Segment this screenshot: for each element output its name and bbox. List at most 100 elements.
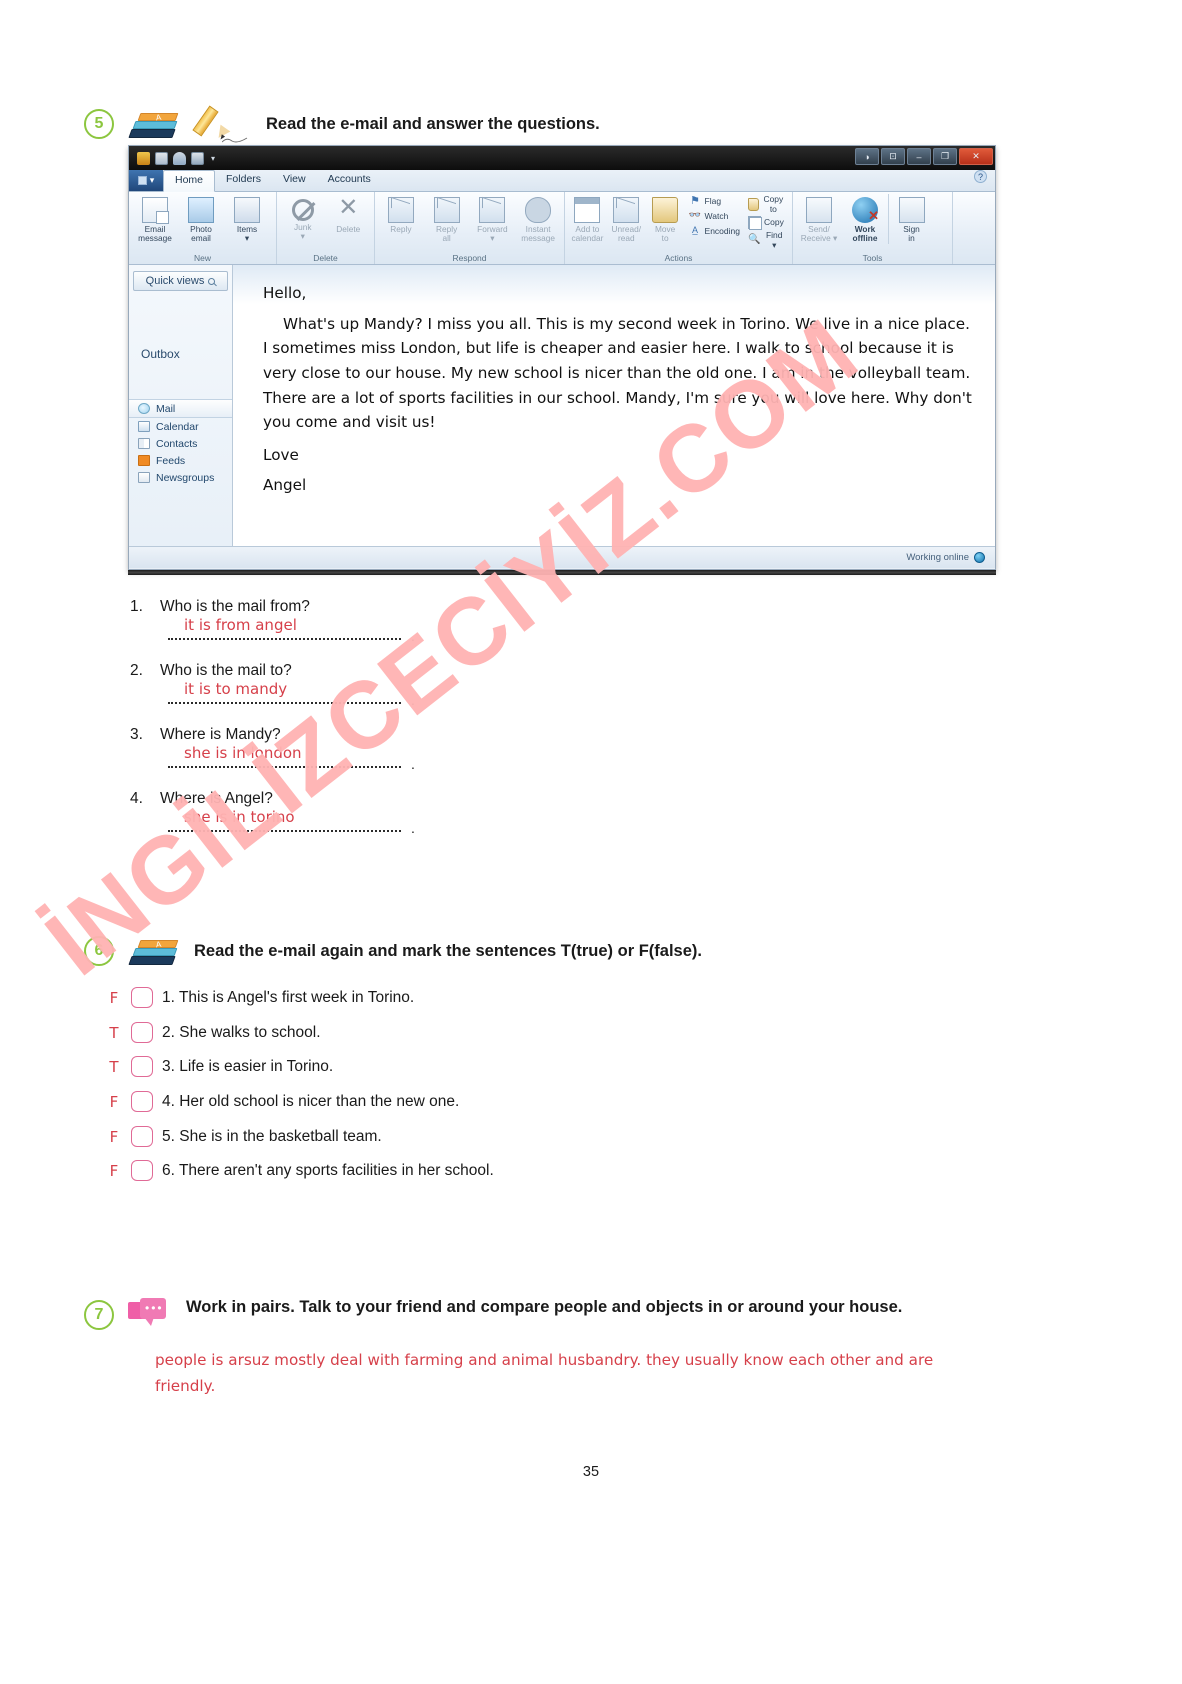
new-mail-icon[interactable] bbox=[155, 151, 168, 165]
send-receive-button[interactable]: Send/ Receive ▾ bbox=[796, 194, 842, 244]
exercise-5-number: 5 bbox=[84, 109, 114, 139]
sign-in-button[interactable]: Sign in bbox=[888, 194, 934, 244]
email-message-label-2: message bbox=[138, 233, 172, 244]
quick-access-toolbar[interactable]: ▾ bbox=[133, 151, 215, 165]
exercise-5-questions: 1. Who is the mail from? it is from ange… bbox=[130, 598, 415, 842]
work-offline-button[interactable]: ✕ Work offline bbox=[842, 194, 888, 244]
question-4-number: 4. bbox=[130, 790, 143, 807]
unread-read-button[interactable]: Unread/ read bbox=[607, 194, 646, 244]
tf-item-5: F 5. She is in the basketball team. bbox=[106, 1126, 382, 1147]
reply-all-label-2: all bbox=[442, 233, 451, 244]
mail-sidebar: Quick views Outbox Mail Calendar Contact… bbox=[129, 265, 233, 546]
help-window-icon[interactable]: ⊡ bbox=[881, 148, 905, 165]
sidebar-item-newsgroups[interactable]: Newsgroups bbox=[129, 469, 232, 486]
add-to-calendar-button[interactable]: Add to calendar bbox=[568, 194, 607, 244]
delete-button[interactable]: ✕ Delete bbox=[326, 194, 372, 234]
tf-item-6: F 6. There aren't any sports facilities … bbox=[106, 1160, 494, 1181]
outbox-item[interactable]: Outbox bbox=[129, 347, 232, 361]
email-message-icon bbox=[142, 197, 169, 224]
newsgroups-icon bbox=[138, 472, 150, 483]
tab-accounts[interactable]: Accounts bbox=[317, 170, 382, 191]
ribbon-group-delete: Junk ▾ ✕ Delete Delete bbox=[277, 192, 375, 264]
encoding-button[interactable]: A̲ Encoding bbox=[685, 224, 744, 239]
close-icon[interactable]: ✕ bbox=[959, 148, 993, 165]
ribbon-group-tools: Send/ Receive ▾ ✕ Work offline Sign in T… bbox=[793, 192, 953, 264]
unread-read-label-2: read bbox=[617, 233, 635, 244]
ribbon-group-new-label: New bbox=[193, 253, 211, 263]
email-message-button[interactable]: Email message bbox=[132, 194, 178, 244]
answer-line-1[interactable]: it is from angel . bbox=[168, 616, 415, 650]
sidebar-item-mail[interactable]: Mail bbox=[129, 399, 232, 418]
file-menu-button[interactable]: ▾ bbox=[129, 170, 163, 191]
question-1-number: 1. bbox=[130, 598, 143, 615]
forward-button[interactable]: Forward ▾ bbox=[470, 194, 516, 244]
question-3-number: 3. bbox=[130, 726, 143, 743]
maximize-icon[interactable]: ❐ bbox=[933, 148, 957, 165]
chevron-down-icon[interactable]: ▾ bbox=[211, 154, 215, 163]
tab-home[interactable]: Home bbox=[163, 170, 216, 192]
answer-line-2[interactable]: it is to mandy . bbox=[168, 680, 415, 714]
answer-line-4[interactable]: she is in torino . bbox=[168, 808, 415, 842]
restore-down-icon[interactable]: ◑ bbox=[855, 148, 879, 165]
minimize-icon[interactable]: – bbox=[907, 148, 931, 165]
window-controls[interactable]: ◑ ⊡ – ❐ ✕ bbox=[855, 148, 993, 165]
ribbon-group-actions: Add to calendar Unread/ read Move to ⚑ F… bbox=[565, 192, 793, 264]
tf-checkbox-6[interactable] bbox=[131, 1160, 153, 1181]
tf-item-2: T 2. She walks to school. bbox=[106, 1022, 321, 1043]
calendar-icon bbox=[138, 421, 150, 432]
ribbon-tab-strip[interactable]: ▾ Home Folders View Accounts ? bbox=[129, 170, 995, 192]
copy-button[interactable]: Copy bbox=[744, 215, 789, 231]
answer-1-handwritten: it is from angel bbox=[184, 616, 297, 634]
answer-2-period: . bbox=[411, 692, 415, 708]
print-icon[interactable] bbox=[191, 151, 204, 165]
junk-button[interactable]: Junk ▾ bbox=[280, 194, 326, 242]
ribbon-group-tools-label: Tools bbox=[862, 253, 883, 263]
sidebar-item-calendar[interactable]: Calendar bbox=[129, 418, 232, 435]
find-button[interactable]: 🔍 Find ▾ bbox=[744, 230, 789, 251]
sidebar-item-contacts[interactable]: Contacts bbox=[129, 435, 232, 452]
mail-body: Quick views Outbox Mail Calendar Contact… bbox=[129, 265, 995, 546]
answer-line-3[interactable]: she is in london . bbox=[168, 744, 415, 778]
send-receive-icon[interactable] bbox=[173, 151, 186, 165]
flag-button[interactable]: ⚑ Flag bbox=[685, 194, 744, 209]
instant-message-button[interactable]: Instant message bbox=[515, 194, 561, 244]
exercise-6-title: Read the e-mail again and mark the sente… bbox=[194, 941, 702, 960]
instant-message-label-2: message bbox=[521, 233, 555, 244]
question-3-text: Where is Mandy? bbox=[160, 726, 281, 743]
tf-checkbox-2[interactable] bbox=[131, 1022, 153, 1043]
sign-in-icon bbox=[898, 197, 925, 223]
move-to-button[interactable]: Move to bbox=[646, 194, 685, 244]
mail-client-window: ▾ ◑ ⊡ – ❐ ✕ ▾ Home Folders View Accounts… bbox=[128, 145, 996, 570]
reply-button[interactable]: Reply bbox=[378, 194, 424, 234]
tf-item-4: F 4. Her old school is nicer than the ne… bbox=[106, 1091, 459, 1112]
tf-checkbox-1[interactable] bbox=[131, 987, 153, 1008]
answer-1-dotted-line bbox=[168, 638, 401, 640]
move-to-label-2: to bbox=[661, 233, 669, 244]
items-button[interactable]: Items ▾ bbox=[224, 194, 270, 244]
quick-views-button[interactable]: Quick views bbox=[133, 271, 228, 291]
question-item-1: 1. Who is the mail from? it is from ange… bbox=[130, 598, 415, 650]
sidebar-item-contacts-label: Contacts bbox=[156, 437, 198, 450]
reply-all-button[interactable]: Reply all bbox=[424, 194, 470, 244]
help-icon[interactable]: ? bbox=[974, 170, 987, 183]
delete-label-1: Delete bbox=[336, 224, 361, 234]
watch-button[interactable]: 👓 Watch bbox=[685, 209, 744, 224]
app-icon bbox=[137, 151, 150, 165]
actions-small-column-2: Copy to Copy 🔍 Find ▾ bbox=[744, 194, 789, 251]
copy-to-button[interactable]: Copy to bbox=[744, 194, 789, 215]
copy-to-icon bbox=[747, 198, 759, 212]
photo-email-button[interactable]: Photo email bbox=[178, 194, 224, 244]
sidebar-item-feeds[interactable]: Feeds bbox=[129, 452, 232, 469]
tf-checkbox-3[interactable] bbox=[131, 1056, 153, 1077]
question-4-text: Where is Angel? bbox=[160, 790, 273, 807]
books-icon bbox=[128, 934, 180, 968]
tf-checkbox-4[interactable] bbox=[131, 1091, 153, 1112]
tf-checkbox-5[interactable] bbox=[131, 1126, 153, 1147]
ribbon-group-respond: Reply Reply all Forward ▾ Instant messag… bbox=[375, 192, 565, 264]
find-label: Find ▾ bbox=[765, 230, 783, 250]
ribbon-empty-area bbox=[953, 192, 995, 264]
tab-folders[interactable]: Folders bbox=[215, 170, 272, 191]
tf-text-1: 1. This is Angel's first week in Torino. bbox=[162, 988, 415, 1006]
tab-view[interactable]: View bbox=[272, 170, 317, 191]
books-icon bbox=[128, 107, 180, 141]
